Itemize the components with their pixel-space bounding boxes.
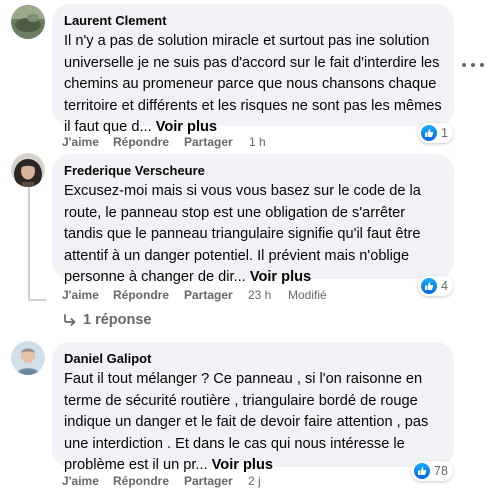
- reply-button[interactable]: Répondre: [113, 474, 169, 488]
- like-thumb-icon: [421, 125, 437, 141]
- avatar[interactable]: [11, 341, 45, 375]
- like-thumb-icon: [421, 278, 437, 294]
- see-more-link[interactable]: Voir plus: [156, 119, 217, 135]
- reaction-summary[interactable]: 78: [411, 461, 453, 481]
- comment-bubble: Daniel Galipot Faut il tout mélanger ? C…: [52, 342, 454, 473]
- like-button[interactable]: J'aime: [62, 135, 99, 149]
- see-more-link[interactable]: Voir plus: [212, 457, 273, 473]
- reaction-count: 78: [434, 464, 448, 478]
- comment-text: Faut il tout mélanger ? Ce panneau , si …: [64, 371, 429, 473]
- comment-text: Excusez-moi mais si vous vous basez sur …: [64, 183, 421, 285]
- reaction-count: 4: [441, 279, 448, 293]
- comment-author[interactable]: Daniel Galipot: [64, 350, 442, 367]
- comment-author[interactable]: Frederique Verscheure: [64, 162, 442, 179]
- share-button[interactable]: Partager: [184, 474, 233, 488]
- comment-text: Il n'y a pas de solution miracle et surt…: [64, 33, 442, 135]
- comment-timestamp[interactable]: 2 j: [248, 474, 261, 488]
- more-dots-icon[interactable]: [462, 60, 484, 70]
- avatar[interactable]: [11, 5, 45, 39]
- share-button[interactable]: Partager: [184, 135, 233, 149]
- reply-arrow-icon: [64, 314, 76, 326]
- comment-bubble: Frederique Verscheure Excusez-moi mais s…: [52, 154, 454, 285]
- comment-timestamp[interactable]: 1 h: [249, 135, 266, 149]
- replies-count[interactable]: 1 réponse: [83, 312, 152, 328]
- share-button[interactable]: Partager: [184, 288, 233, 302]
- reaction-count: 1: [441, 126, 448, 140]
- like-button[interactable]: J'aime: [62, 288, 99, 302]
- see-more-link[interactable]: Voir plus: [250, 269, 311, 285]
- thread-line-corner: [28, 299, 46, 301]
- comment-author[interactable]: Laurent Clement: [64, 12, 442, 29]
- comment-bubble: Laurent Clement Il n'y a pas de solution…: [52, 4, 454, 135]
- thread-line: [28, 187, 30, 300]
- reply-button[interactable]: Répondre: [113, 135, 169, 149]
- view-replies-link[interactable]: 1 réponse: [63, 310, 152, 330]
- avatar[interactable]: [11, 153, 45, 187]
- edited-label: Modifié: [288, 288, 327, 302]
- like-thumb-icon: [414, 463, 430, 479]
- reply-button[interactable]: Répondre: [113, 288, 169, 302]
- like-button[interactable]: J'aime: [62, 474, 99, 488]
- reaction-summary[interactable]: 4: [418, 276, 453, 296]
- reaction-summary[interactable]: 1: [418, 123, 453, 143]
- comment-timestamp[interactable]: 23 h: [248, 288, 271, 302]
